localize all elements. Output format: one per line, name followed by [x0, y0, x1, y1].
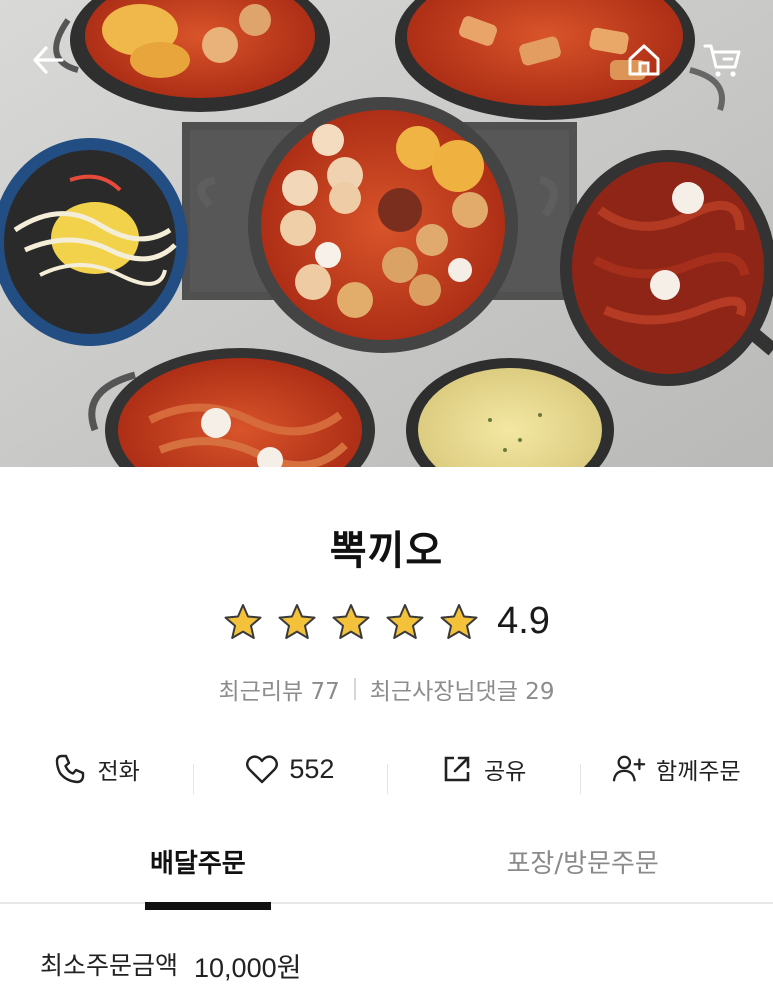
phone-icon: [53, 752, 87, 786]
review-summary: 최근리뷰 77 최근사장님댓글 29: [0, 672, 773, 706]
divider: [353, 678, 356, 700]
heart-icon: [245, 752, 279, 786]
store-actions: 전화 552 공유 함께주문: [0, 740, 773, 798]
home-icon: [628, 44, 660, 76]
share-icon: [440, 752, 474, 786]
rating-value: 4.9: [497, 600, 550, 642]
star-icon: [440, 603, 478, 639]
back-button[interactable]: [26, 38, 70, 82]
back-arrow-icon: [33, 46, 64, 74]
tab-pickup[interactable]: 포장/방문주문: [417, 836, 773, 902]
share-button[interactable]: 공유: [386, 752, 580, 794]
home-button[interactable]: [622, 38, 666, 82]
star-icon: [278, 603, 316, 639]
star-icon: [386, 603, 424, 639]
cart-button[interactable]: [700, 38, 744, 82]
rating-row: 4.9: [0, 600, 773, 643]
store-hero-image: [0, 0, 773, 467]
star-icon: [224, 603, 262, 639]
like-count: 552: [289, 753, 335, 784]
cart-icon: [703, 44, 741, 77]
call-label: 전화: [97, 759, 140, 785]
like-button[interactable]: 552: [193, 752, 386, 794]
min-order-info: 최소주문금액 10,000원: [40, 946, 301, 985]
order-type-tabs: 배달주문 포장/방문주문: [0, 836, 773, 910]
recent-reviews-link[interactable]: 최근리뷰 77: [219, 672, 340, 706]
store-name: 뽁끼오: [329, 528, 444, 574]
tab-delivery[interactable]: 배달주문: [0, 836, 417, 910]
group-order-button[interactable]: 함께주문: [579, 752, 773, 794]
star-icon: [332, 603, 370, 639]
add-person-icon: [612, 752, 646, 786]
group-order-label: 함께주문: [656, 759, 741, 785]
min-order-label: 최소주문금액: [40, 951, 179, 980]
rating-stars: [223, 602, 479, 642]
min-order-amount: 10,000원: [194, 953, 302, 983]
share-label: 공유: [483, 759, 527, 785]
call-button[interactable]: 전화: [0, 752, 193, 786]
owner-replies-link[interactable]: 최근사장님댓글 29: [370, 672, 555, 706]
